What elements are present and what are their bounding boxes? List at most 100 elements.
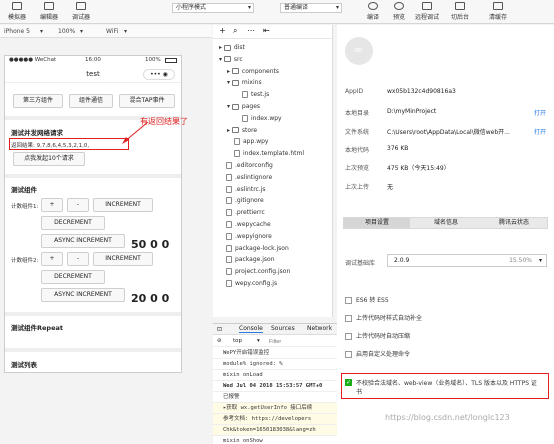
tree-file[interactable]: .editorconfig — [213, 160, 273, 171]
more-icon[interactable]: ••• — [150, 71, 161, 78]
context-dropdown-icon[interactable]: ▾ — [257, 338, 260, 344]
tree-folder[interactable]: ▾ pages — [213, 101, 260, 112]
file-icon — [226, 232, 232, 240]
file-icon — [242, 114, 248, 122]
console-filter-input[interactable] — [269, 337, 333, 346]
tab-console[interactable]: Console — [239, 325, 263, 333]
local-dir-value: D:\myMinProject — [387, 108, 437, 115]
remote-debug-button[interactable]: 远程调试 — [412, 2, 442, 21]
devtools-icon[interactable]: ⊡ — [217, 326, 222, 333]
appid-label: AppID — [345, 88, 364, 95]
console-line: Wed Jul 04 2018 15:53:57 GMT+0 — [213, 381, 337, 392]
clear-console-icon[interactable]: ⊘ — [217, 338, 222, 344]
tree-file[interactable]: index.wpy — [213, 113, 282, 124]
simulator-button[interactable]: 模拟器 — [2, 2, 32, 21]
tree-folder[interactable]: ▾ src — [213, 54, 243, 65]
mode-select[interactable]: 小程序模式 — [172, 3, 254, 13]
tree-folder[interactable]: ▸ dist — [213, 42, 245, 53]
tab-network[interactable]: Network — [307, 325, 332, 332]
tree-item-label: mixins — [241, 79, 262, 87]
tree-file[interactable]: .gitignore — [213, 195, 264, 206]
tree-file[interactable]: .eslintrc.js — [213, 184, 266, 195]
open-local-dir-link[interactable]: 打开 — [534, 108, 546, 117]
compile-select[interactable]: 普通编译 — [280, 3, 342, 13]
file-icon — [242, 91, 248, 99]
network-select[interactable]: WiFi — [106, 28, 118, 35]
context-select[interactable]: top — [233, 338, 242, 344]
carrier-text: ●●●●● WeChat — [9, 57, 57, 63]
tab-domain-info[interactable]: 域名信息 — [414, 218, 478, 228]
checkbox-icon[interactable] — [345, 297, 352, 304]
tree-item-label: project.config.json — [235, 268, 291, 276]
tree-file[interactable]: .wepyignore — [213, 231, 272, 242]
device-select[interactable]: iPhone 5 — [4, 28, 30, 35]
counter2-minus-button[interactable]: - — [67, 252, 89, 266]
network-dropdown-icon[interactable]: ▾ — [124, 28, 127, 35]
tree-file[interactable]: package.json — [213, 254, 275, 265]
mixed-tap-event-button[interactable]: 混合TAP事件 — [119, 94, 175, 108]
capsule-menu[interactable]: ••• ◉ — [143, 69, 175, 80]
base-lib-select[interactable]: 2.0.9 15.50% ▾ — [387, 254, 547, 267]
tree-file[interactable]: package-lock.json — [213, 243, 289, 254]
more-icon[interactable]: ⋯ — [247, 26, 255, 35]
counter1-decrement-button[interactable]: DECREMENT — [41, 216, 105, 230]
tab-tencent-cloud[interactable]: 腾讯云状态 — [482, 218, 546, 228]
send-requests-button[interactable]: 点我发起10个请求 — [13, 152, 85, 166]
search-icon[interactable]: ⌕ — [233, 26, 237, 36]
switch-icon — [455, 2, 465, 10]
details-panel: ∞ AppID wx05b132c4d90816a3 本地目录 D:\myMin… — [337, 25, 554, 444]
editor-button[interactable]: 编辑器 — [34, 2, 64, 21]
tab-sources[interactable]: Sources — [271, 325, 295, 332]
settings-checkbox-row[interactable]: 上传代码时自动压缩 — [345, 331, 410, 340]
open-file-sys-link[interactable]: 打开 — [534, 127, 546, 136]
tree-file[interactable]: index.template.html — [213, 148, 304, 159]
checkbox-icon[interactable] — [345, 351, 352, 358]
tree-item-label: app.wpy — [243, 138, 269, 146]
top-toolbar: 模拟器 编辑器 调试器 小程序模式 普通编译 编译 预览 远程调试 切后台 清缓… — [0, 0, 554, 24]
tree-folder[interactable]: ▸ components — [213, 66, 279, 77]
counter2-decrement-button[interactable]: DECREMENT — [41, 270, 105, 284]
folder-icon — [231, 127, 239, 134]
tree-item-label: .prettierrc — [235, 209, 265, 217]
file-icon — [226, 268, 232, 276]
device-dropdown-icon[interactable]: ▾ — [40, 28, 43, 35]
file-icon — [226, 280, 232, 287]
clear-cache-button[interactable]: 清缓存 — [478, 2, 518, 21]
counter1-minus-button[interactable]: - — [67, 198, 89, 212]
link-icon: ∞ — [354, 43, 364, 56]
counter1-async-increment-button[interactable]: ASYNC INCREMENT — [41, 234, 125, 248]
debugger-button[interactable]: 调试器 — [66, 2, 96, 21]
tab-project-settings[interactable]: 项目设置 — [344, 218, 410, 228]
tree-file[interactable]: wepy.config.js — [213, 278, 277, 289]
close-circle-icon[interactable]: ◉ — [163, 71, 168, 78]
settings-checkbox-row[interactable]: 上传代码时样式自动补全 — [345, 313, 422, 322]
zoom-select[interactable]: 100% — [58, 28, 75, 35]
counter2-async-increment-button[interactable]: ASYNC INCREMENT — [41, 288, 125, 302]
preview-button[interactable]: 预览 — [384, 2, 414, 21]
tree-folder[interactable]: ▾ mixins — [213, 77, 262, 88]
console-line: mixin onLoad — [213, 370, 337, 381]
settings-checkbox-row[interactable]: 启用自定义处理命令 — [345, 349, 410, 358]
cut-backend-button[interactable]: 切后台 — [445, 2, 475, 21]
counter2-plus-button[interactable]: + — [41, 252, 63, 266]
tree-file[interactable]: test.js — [213, 89, 269, 100]
checkbox-icon[interactable] — [345, 333, 352, 340]
counter1-plus-button[interactable]: + — [41, 198, 63, 212]
tree-file[interactable]: .eslintignore — [213, 172, 272, 183]
checkbox-icon[interactable] — [345, 315, 352, 322]
tree-file[interactable]: .prettierrc — [213, 207, 265, 218]
add-icon[interactable]: + — [219, 26, 226, 35]
settings-checkbox-row[interactable]: ES6 转 ES5 — [345, 295, 389, 304]
third-party-component-button[interactable]: 第三方组件 — [13, 94, 63, 108]
tree-file[interactable]: project.config.json — [213, 266, 290, 277]
tree-file[interactable]: app.wpy — [213, 136, 268, 147]
component-communication-button[interactable]: 组件通信 — [69, 94, 113, 108]
tree-file[interactable]: .wepycache — [213, 219, 271, 230]
counter2-increment-button[interactable]: INCREMENT — [93, 252, 153, 266]
file-icon — [234, 150, 240, 158]
zoom-dropdown-icon[interactable]: ▾ — [80, 28, 83, 35]
console-panel: ⊡ Console Sources Network ⊘ top ▾ WePY开启… — [213, 323, 337, 444]
tree-folder[interactable]: ▸ store — [213, 125, 257, 136]
counter1-increment-button[interactable]: INCREMENT — [93, 198, 153, 212]
collapse-icon[interactable]: ⇤ — [263, 26, 270, 35]
